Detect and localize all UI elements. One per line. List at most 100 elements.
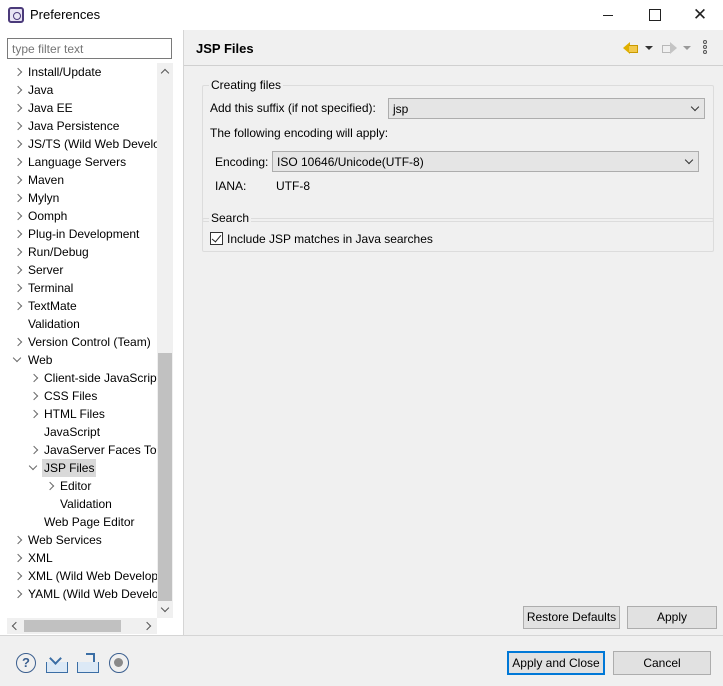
- creating-files-group: Creating files Add this suffix (if not s…: [202, 78, 714, 222]
- scroll-right-arrow-icon[interactable]: [141, 618, 157, 634]
- chevron-right-icon[interactable]: [28, 441, 40, 459]
- chevron-right-icon[interactable]: [12, 243, 24, 261]
- minimize-button[interactable]: [585, 0, 631, 30]
- chevron-down-icon: [684, 155, 694, 165]
- encoding-combo[interactable]: ISO 10646/Unicode(UTF-8): [272, 151, 699, 172]
- window-title: Preferences: [30, 7, 101, 22]
- iana-label: IANA:: [215, 179, 247, 193]
- iana-value: UTF-8: [276, 179, 310, 193]
- apply-button[interactable]: Apply: [627, 606, 717, 629]
- scroll-up-arrow-icon[interactable]: [157, 63, 173, 80]
- tree-item-label: Web Page Editor: [44, 515, 135, 529]
- close-button[interactable]: ✕: [677, 0, 723, 30]
- help-icon[interactable]: ?: [16, 653, 36, 673]
- chevron-right-icon[interactable]: [12, 225, 24, 243]
- creating-files-title: Creating files: [209, 78, 284, 92]
- title-bar: Preferences ✕: [0, 0, 723, 30]
- forward-arrow-icon[interactable]: [662, 41, 678, 55]
- record-icon[interactable]: [109, 653, 129, 673]
- chevron-down-icon: [690, 102, 700, 112]
- chevron-right-icon[interactable]: [12, 207, 24, 225]
- tree-item-label: YAML (Wild Web Develo: [28, 587, 157, 601]
- preference-tree: Install/Update Java Java EE Java Persistenc…: [0, 63, 157, 618]
- chevron-right-icon[interactable]: [12, 297, 24, 315]
- restore-defaults-button[interactable]: Restore Defaults: [523, 606, 620, 629]
- tree-horizontal-scrollbar[interactable]: [7, 618, 157, 634]
- apply-and-close-button[interactable]: Apply and Close: [507, 651, 605, 675]
- view-menu-icon[interactable]: [703, 40, 709, 56]
- search-group: Search Include JSP matches in Java searc…: [202, 211, 714, 252]
- chevron-right-icon[interactable]: [12, 171, 24, 189]
- tree-item-label: Mylyn: [28, 191, 60, 205]
- chevron-right-icon[interactable]: [12, 531, 24, 549]
- export-icon[interactable]: [77, 653, 99, 673]
- chevron-right-icon[interactable]: [12, 117, 24, 135]
- tree-item-label: Java EE: [28, 101, 73, 115]
- tree-item-label: Maven: [28, 173, 65, 187]
- tree-item-label: JSP Files: [42, 459, 97, 477]
- chevron-right-icon[interactable]: [44, 477, 56, 495]
- tree-item-label: XML: [28, 551, 53, 565]
- tree-item-label: JavaServer Faces Tools: [44, 443, 157, 457]
- tree-item-label: Server: [28, 263, 64, 277]
- chevron-right-icon[interactable]: [12, 567, 24, 585]
- back-arrow-icon[interactable]: [623, 41, 639, 55]
- chevron-right-icon[interactable]: [12, 279, 24, 297]
- header-separator: [184, 65, 723, 66]
- page-title: JSP Files: [196, 41, 254, 56]
- chevron-right-icon[interactable]: [12, 81, 24, 99]
- chevron-right-icon[interactable]: [12, 585, 24, 603]
- scroll-left-arrow-icon[interactable]: [7, 618, 23, 634]
- encoding-label: Encoding:: [215, 155, 269, 169]
- encoding-value: ISO 10646/Unicode(UTF-8): [277, 155, 424, 169]
- suffix-combo[interactable]: jsp: [388, 98, 705, 119]
- chevron-right-icon[interactable]: [28, 405, 40, 423]
- filter-input[interactable]: [7, 38, 172, 59]
- chevron-right-icon[interactable]: [12, 261, 24, 279]
- eclipse-app-icon: [8, 7, 24, 23]
- import-icon[interactable]: [46, 653, 68, 673]
- tree-item-label: Validation: [28, 317, 80, 331]
- chevron-right-icon[interactable]: [12, 135, 24, 153]
- chevron-right-icon[interactable]: [12, 99, 24, 117]
- maximize-button[interactable]: [632, 0, 678, 30]
- tree-item-label: Java: [28, 83, 54, 97]
- tree-item-label: Validation: [60, 497, 112, 511]
- hscroll-thumb[interactable]: [24, 620, 121, 632]
- tree-item-label: TextMate: [28, 299, 77, 313]
- tree-item-label: Install/Update: [28, 65, 102, 79]
- chevron-right-icon[interactable]: [12, 63, 24, 81]
- chevron-right-icon[interactable]: [12, 153, 24, 171]
- cancel-button[interactable]: Cancel: [613, 651, 711, 675]
- scroll-down-arrow-icon[interactable]: [157, 601, 173, 618]
- tree-item-label: CSS Files: [44, 389, 98, 403]
- tree-item-label: Java Persistence: [28, 119, 120, 133]
- tree-item-label: Oomph: [28, 209, 68, 223]
- chevron-right-icon[interactable]: [28, 387, 40, 405]
- tree-item-label: Client-side JavaScript: [44, 371, 157, 385]
- tree-item-label: JS/TS (Wild Web Develo: [28, 137, 157, 151]
- tree-item-label: Language Servers: [28, 155, 127, 169]
- tree-item-label: Plug-in Development: [28, 227, 140, 241]
- chevron-right-icon[interactable]: [12, 333, 24, 351]
- include-jsp-checkbox[interactable]: [210, 232, 223, 245]
- dialog-footer: ? Apply and Close Cancel: [0, 635, 723, 686]
- back-dropdown-icon[interactable]: [645, 46, 653, 50]
- chevron-down-icon[interactable]: [28, 459, 40, 477]
- tree-item-label: Version Control (Team): [28, 335, 151, 349]
- include-jsp-label[interactable]: Include JSP matches in Java searches: [227, 232, 433, 246]
- scroll-thumb[interactable]: [158, 353, 172, 601]
- tree-item-label: Web Services: [28, 533, 102, 547]
- preference-page: JSP Files Creating files Add this suffix…: [184, 30, 723, 635]
- encoding-note: The following encoding will apply:: [210, 126, 389, 140]
- suffix-label: Add this suffix (if not specified):: [210, 101, 376, 115]
- tree-vertical-scrollbar[interactable]: [157, 63, 173, 618]
- suffix-value: jsp: [393, 102, 409, 116]
- chevron-down-icon[interactable]: [12, 351, 24, 369]
- chevron-right-icon[interactable]: [12, 549, 24, 567]
- forward-dropdown-icon[interactable]: [683, 46, 691, 50]
- chevron-right-icon[interactable]: [12, 189, 24, 207]
- tree-item-label: XML (Wild Web Develop: [28, 569, 157, 583]
- tree-item-label: JavaScript: [44, 425, 101, 439]
- chevron-right-icon[interactable]: [28, 369, 40, 387]
